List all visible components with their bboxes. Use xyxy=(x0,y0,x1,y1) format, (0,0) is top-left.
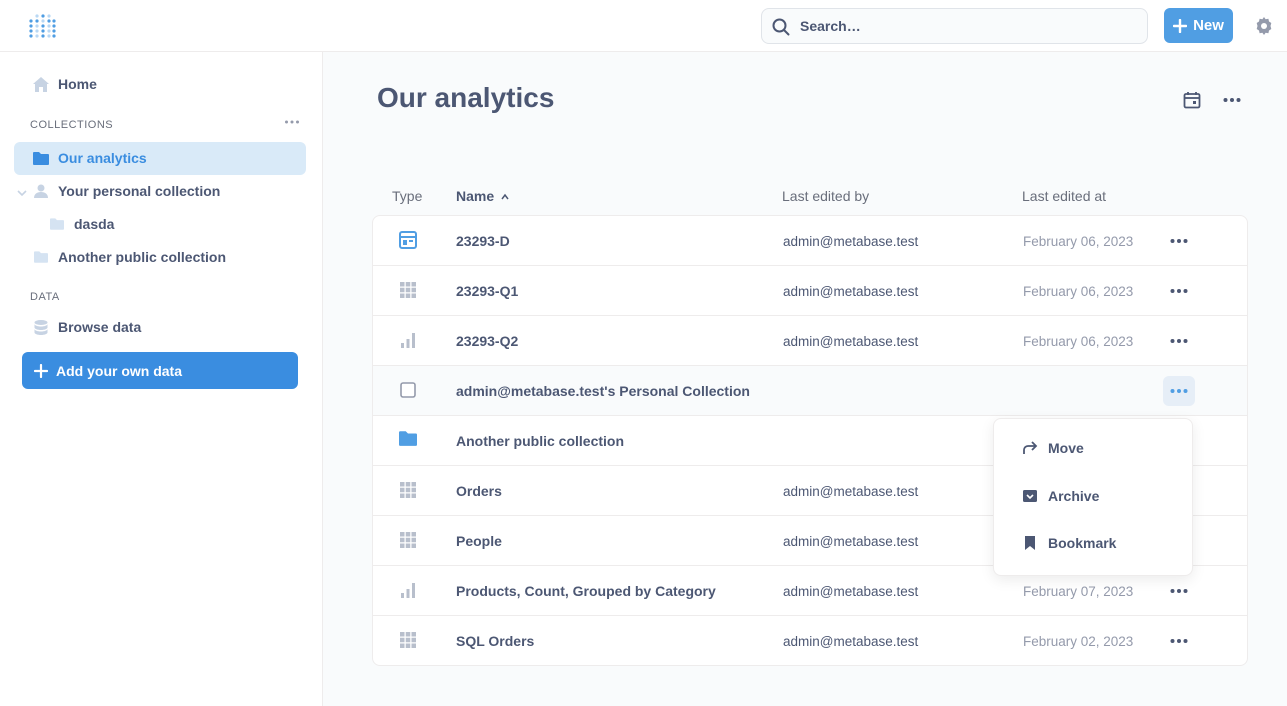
row-last-edited-at: February 06, 2023 xyxy=(1023,284,1134,299)
row-last-edited-at: February 07, 2023 xyxy=(1023,584,1134,599)
sidebar-item-another-public-collection[interactable]: Another public collection xyxy=(32,249,226,265)
search-icon xyxy=(772,18,790,36)
sidebar-item-label: Your personal collection xyxy=(58,183,221,199)
bar-chart-icon xyxy=(399,581,417,604)
add-data-label: Add your own data xyxy=(56,362,182,379)
column-header-last-edited-at[interactable]: Last edited at xyxy=(1022,188,1106,204)
row-last-edited-by: admin@metabase.test xyxy=(783,634,919,649)
column-header-name[interactable]: Name xyxy=(456,188,509,204)
row-name[interactable]: SQL Orders xyxy=(456,633,534,649)
archive-icon xyxy=(1023,490,1037,502)
row-name[interactable]: 23293-Q2 xyxy=(456,333,518,349)
row-more-icon[interactable] xyxy=(1163,576,1195,606)
plus-icon xyxy=(34,363,48,378)
folder-icon xyxy=(32,251,50,263)
row-last-edited-by: admin@metabase.test xyxy=(783,584,919,599)
row-actions-popover: Move Archive Bookmark xyxy=(993,418,1193,576)
row-last-edited-at: February 02, 2023 xyxy=(1023,634,1134,649)
table-row[interactable]: 23293-Q2 admin@metabase.test February 06… xyxy=(373,316,1247,366)
row-more-icon[interactable] xyxy=(1163,226,1195,256)
table-row[interactable]: 23293-Q1 admin@metabase.test February 06… xyxy=(373,266,1247,316)
sidebar: Home COLLECTIONS Our analytics Your pers… xyxy=(0,52,323,706)
row-more-icon[interactable] xyxy=(1163,626,1195,656)
add-your-own-data-button[interactable]: Add your own data xyxy=(22,352,298,389)
sidebar-item-dasda[interactable]: dasda xyxy=(48,216,114,232)
row-more-icon[interactable] xyxy=(1163,326,1195,356)
folder-icon xyxy=(399,431,417,451)
row-last-edited-at: February 06, 2023 xyxy=(1023,334,1134,349)
chevron-down-icon[interactable] xyxy=(16,186,28,204)
menu-item-move[interactable]: Move xyxy=(1022,440,1084,456)
database-icon xyxy=(32,319,50,335)
metabase-logo-icon[interactable] xyxy=(28,12,56,40)
row-name[interactable]: Orders xyxy=(456,483,502,499)
bookmark-icon xyxy=(1025,536,1035,550)
row-name[interactable]: People xyxy=(456,533,502,549)
sidebar-item-label: Home xyxy=(58,76,97,92)
dashboard-icon xyxy=(399,231,417,254)
sort-ascending-icon xyxy=(501,193,509,200)
menu-item-label: Move xyxy=(1048,440,1084,456)
row-last-edited-by: admin@metabase.test xyxy=(783,334,919,349)
folder-icon xyxy=(48,218,66,230)
top-navbar: New xyxy=(0,0,1287,52)
row-name[interactable]: 23293-D xyxy=(456,233,510,249)
row-name[interactable]: Products, Count, Grouped by Category xyxy=(456,583,716,599)
folder-icon xyxy=(32,151,50,165)
table-icon xyxy=(399,631,417,654)
plus-icon xyxy=(1173,18,1188,33)
table-row[interactable]: SQL Orders admin@metabase.test February … xyxy=(373,616,1247,665)
table-row[interactable]: 23293-D admin@metabase.test February 06,… xyxy=(373,216,1247,266)
search-input[interactable] xyxy=(800,9,1130,43)
page-title: Our analytics xyxy=(377,82,555,113)
sidebar-item-browse-data[interactable]: Browse data xyxy=(32,319,141,335)
row-last-edited-by: admin@metabase.test xyxy=(783,284,919,299)
sidebar-item-label: Browse data xyxy=(58,319,142,335)
column-header-last-edited-by[interactable]: Last edited by xyxy=(782,188,869,204)
checkbox-icon[interactable] xyxy=(399,381,417,404)
table-icon xyxy=(399,481,417,504)
search-bar[interactable] xyxy=(761,8,1148,44)
row-last-edited-by: admin@metabase.test xyxy=(783,484,919,499)
row-name[interactable]: Another public collection xyxy=(456,433,624,449)
row-more-icon[interactable] xyxy=(1163,376,1195,406)
sidebar-item-label: dasda xyxy=(74,216,115,232)
row-last-edited-by: admin@metabase.test xyxy=(783,234,919,249)
person-icon xyxy=(32,184,50,198)
table-icon xyxy=(399,281,417,304)
menu-item-label: Bookmark xyxy=(1048,535,1117,551)
sidebar-item-our-analytics[interactable]: Our analytics xyxy=(32,150,147,166)
new-button[interactable]: New xyxy=(1164,8,1233,43)
row-last-edited-by: admin@metabase.test xyxy=(783,534,919,549)
row-last-edited-at: February 06, 2023 xyxy=(1023,234,1134,249)
home-icon xyxy=(32,76,50,92)
gear-icon[interactable] xyxy=(1255,17,1273,40)
sidebar-item-personal-collection[interactable]: Your personal collection xyxy=(32,183,220,199)
table-icon xyxy=(399,531,417,554)
bar-chart-icon xyxy=(399,331,417,354)
menu-item-archive[interactable]: Archive xyxy=(1022,488,1099,504)
column-header-name-label: Name xyxy=(456,188,495,204)
row-name[interactable]: 23293-Q1 xyxy=(456,283,518,299)
row-more-icon[interactable] xyxy=(1163,276,1195,306)
move-arrow-icon xyxy=(1023,441,1038,454)
sidebar-item-label: Our analytics xyxy=(58,150,147,166)
menu-item-bookmark[interactable]: Bookmark xyxy=(1022,535,1116,551)
collection-more-icon[interactable] xyxy=(1223,92,1241,113)
sidebar-item-home[interactable]: Home xyxy=(32,76,97,92)
row-name[interactable]: admin@metabase.test's Personal Collectio… xyxy=(456,383,750,399)
new-button-label: New xyxy=(1193,17,1224,34)
table-row[interactable]: admin@metabase.test's Personal Collectio… xyxy=(373,366,1247,416)
calendar-icon[interactable] xyxy=(1183,91,1201,114)
menu-item-label: Archive xyxy=(1048,488,1100,504)
collections-section-label: COLLECTIONS xyxy=(30,119,114,131)
column-header-type[interactable]: Type xyxy=(392,188,422,204)
collections-more-icon[interactable] xyxy=(284,114,300,135)
data-section-label: DATA xyxy=(30,291,60,303)
sidebar-item-label: Another public collection xyxy=(58,249,227,265)
